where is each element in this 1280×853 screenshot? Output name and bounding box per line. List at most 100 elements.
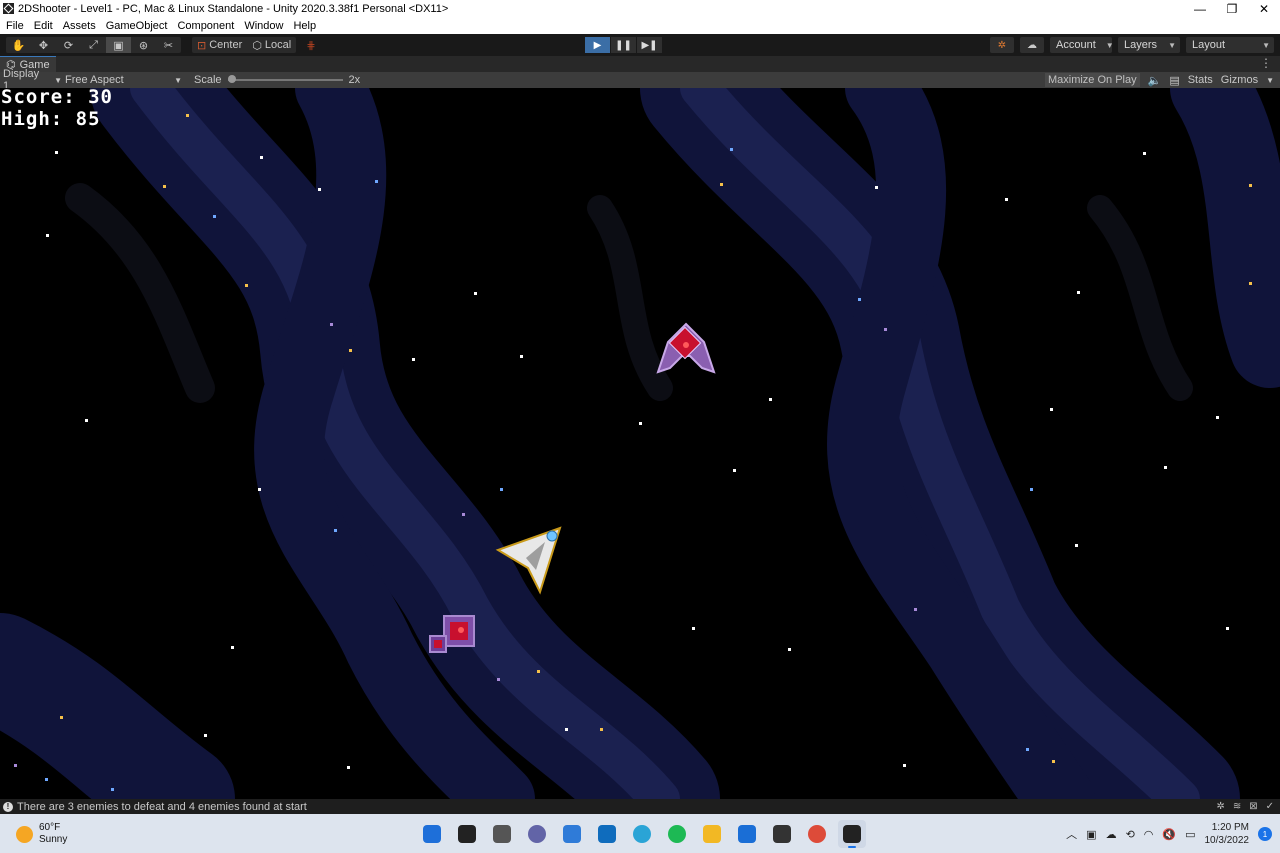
console-status-bar[interactable]: ! There are 3 enemies to defeat and 4 en… (0, 799, 1280, 814)
weather-widget[interactable]: 60°F Sunny (16, 822, 67, 846)
taskbar-app-task-view[interactable] (488, 820, 516, 848)
taskbar-app-spotify[interactable] (663, 820, 691, 848)
mute-audio-icon[interactable]: 🔈 (1148, 74, 1162, 87)
chevron-down-icon[interactable]: ▼ (1266, 76, 1274, 85)
layout-label: Layout (1192, 39, 1226, 51)
center-icon: ⊡ (197, 39, 207, 52)
battery-icon[interactable]: ▭ (1185, 828, 1195, 841)
chevron-up-icon[interactable]: ︿ (1066, 826, 1077, 842)
taskbar-app-start[interactable] (418, 820, 446, 848)
nebula-bands (0, 88, 1280, 799)
cloud-icon[interactable]: ☁ (1020, 37, 1044, 53)
restore-button[interactable]: ❐ (1216, 0, 1248, 17)
clock[interactable]: 1:20 PM 10/3/2022 (1205, 821, 1250, 847)
debug-icon[interactable]: ✲ (1216, 801, 1224, 812)
taskbar-app-file-explorer[interactable] (698, 820, 726, 848)
taskbar-app-calendar[interactable] (733, 820, 761, 848)
close-button[interactable]: ✕ (1248, 0, 1280, 17)
more-options-icon[interactable]: ⋮ (1260, 56, 1272, 70)
onedrive-icon[interactable]: ☁ (1106, 828, 1117, 841)
taskbar-app-unity-hub[interactable] (768, 820, 796, 848)
maximize-on-play-toggle[interactable]: Maximize On Play (1044, 73, 1140, 87)
volume-muted-icon[interactable]: 🔇 (1162, 828, 1176, 841)
layers-dropdown[interactable]: Layers ▼ (1118, 37, 1180, 53)
check-icon[interactable]: ✓ (1266, 801, 1274, 812)
collab-icon[interactable]: ✲ (990, 37, 1014, 53)
menu-file[interactable]: File (6, 20, 24, 32)
stats-toggle[interactable]: Stats (1188, 74, 1213, 86)
custom-tool-icon[interactable]: ✂ (156, 37, 181, 53)
weather-description: Sunny (39, 834, 68, 845)
menu-assets[interactable]: Assets (63, 20, 96, 32)
taskbar-app-mail[interactable] (593, 820, 621, 848)
scale-slider-handle[interactable] (227, 75, 236, 83)
sync-icon[interactable]: ⟲ (1126, 828, 1135, 841)
transform-tool-icon[interactable]: ⊛ (131, 37, 156, 53)
grid-snap-icon[interactable]: ⋕ (301, 37, 321, 53)
rect-tool-icon[interactable]: ▣ (106, 37, 131, 53)
minimize-button[interactable]: — (1184, 0, 1216, 17)
info-icon: ! (3, 801, 13, 812)
notification-badge[interactable]: 1 (1258, 827, 1272, 841)
weather-temperature: 60°F (39, 822, 61, 833)
scale-slider[interactable] (227, 75, 343, 83)
scale-label: Scale (194, 74, 222, 86)
scale-value: 2x (348, 74, 361, 86)
chevron-down-icon: ▼ (1105, 40, 1114, 50)
taskbar-app-browser[interactable] (628, 820, 656, 848)
game-viewport[interactable]: Score: 30 High: 85 (0, 88, 1280, 799)
account-label: Account (1056, 39, 1096, 51)
unity-hub-icon (773, 825, 791, 843)
system-tray: ︿ ▣ ☁ ⟲ ◠ 🔇 ▭ 1:20 PM 10/3/2022 1 (1066, 821, 1272, 847)
taskbar-app-chrome[interactable] (803, 820, 831, 848)
game-tab-bar: ⌬ Game ⋮ (0, 56, 1280, 72)
unity-editor-icon (843, 825, 861, 843)
taskbar-app-unity-editor[interactable] (838, 820, 866, 848)
chevron-down-icon: ▼ (174, 75, 182, 85)
search-icon (458, 825, 476, 843)
pivot-local-button[interactable]: ⬡ Local (247, 37, 296, 53)
step-button[interactable]: ▶❚ (637, 37, 662, 53)
cache-icon[interactable]: ≋ (1233, 801, 1241, 812)
taskbar-app-store[interactable] (558, 820, 586, 848)
menu-help[interactable]: Help (293, 20, 316, 32)
status-icons: ✲ ≋ ⊠ ✓ (1216, 799, 1274, 814)
gizmos-toggle[interactable]: Gizmos (1221, 74, 1258, 86)
menu-component[interactable]: Component (177, 20, 234, 32)
local-icon: ⬡ (252, 39, 262, 52)
play-controls: ▶ ❚❚ ▶❚ (585, 37, 663, 53)
pause-button[interactable]: ❚❚ (611, 37, 636, 53)
score-text: Score: 30 (1, 88, 113, 108)
menu-window[interactable]: Window (244, 20, 283, 32)
game-view-options: Maximize On Play 🔈 ▤ Stats Gizmos ▼ (1044, 72, 1274, 88)
layout-dropdown[interactable]: Layout ▼ (1186, 37, 1274, 53)
rotate-tool-icon[interactable]: ⟳ (56, 37, 81, 53)
taskbar-app-chat[interactable] (523, 820, 551, 848)
task-view-icon (493, 825, 511, 843)
hand-tool-icon[interactable]: ✋ (6, 37, 31, 53)
pivot-center-button[interactable]: ⊡ Center (192, 37, 247, 53)
chat-icon (528, 825, 546, 843)
chevron-down-icon: ▼ (54, 75, 62, 85)
menu-bar: File Edit Assets GameObject Component Wi… (0, 17, 1280, 34)
play-button[interactable]: ▶ (585, 37, 610, 53)
enemy-ship-upper (656, 322, 716, 374)
spotify-icon (668, 825, 686, 843)
file-explorer-icon (703, 825, 721, 843)
toolbar-right: ✲ ☁ Account ▼ Layers ▼ Layout ▼ (990, 37, 1274, 53)
browser-icon (633, 825, 651, 843)
scale-control: Scale 2x (194, 74, 360, 86)
taskbar-app-search[interactable] (453, 820, 481, 848)
stats-icon[interactable]: ▤ (1169, 74, 1179, 87)
menu-edit[interactable]: Edit (34, 20, 53, 32)
tray-app-icon[interactable]: ▣ (1086, 828, 1096, 841)
move-tool-icon[interactable]: ✥ (31, 37, 56, 53)
window-controls: — ❐ ✕ (1184, 0, 1280, 17)
scale-tool-icon[interactable]: ⤢ (81, 37, 106, 53)
auto-generate-lighting-icon[interactable]: ⊠ (1249, 801, 1257, 812)
main-toolbar: ✋ ✥ ⟳ ⤢ ▣ ⊛ ✂ ⊡ Center ⬡ Local ⋕ ▶ ❚❚ ▶❚ ✲… (0, 34, 1280, 56)
wifi-icon[interactable]: ◠ (1144, 828, 1154, 841)
aspect-dropdown[interactable]: Free Aspect ▼ (62, 74, 188, 86)
menu-gameobject[interactable]: GameObject (106, 20, 168, 32)
account-dropdown[interactable]: Account ▼ (1050, 37, 1114, 53)
